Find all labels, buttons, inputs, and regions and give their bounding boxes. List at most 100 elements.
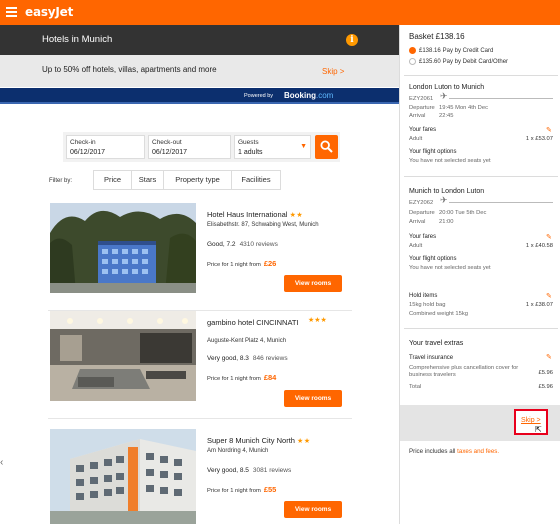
hotel-rating: Very good, 8.3 846 reviews — [207, 355, 288, 362]
hotel-photo[interactable] — [50, 429, 196, 524]
edit-pencil-icon[interactable]: ✎ — [546, 126, 552, 134]
outbound-flight-number: EZY2061 — [409, 96, 434, 102]
taxes-fees-link[interactable]: taxes and fees. — [457, 448, 499, 455]
hold-weight: Combined weight 15kg — [409, 311, 468, 317]
powered-by-label: Powered by — [244, 93, 274, 99]
price-label: Price for 1 night from — [207, 376, 261, 382]
price-includes-note: Price includes all taxes and fees. — [409, 448, 499, 455]
booking-brand-text: Booking — [284, 91, 316, 100]
outbound-arrival: Arrival 22:45 — [409, 113, 454, 119]
view-rooms-button[interactable]: View rooms — [284, 390, 342, 407]
promo-text: Up to 50% off hotels, villas, apartments… — [42, 65, 217, 74]
guests-select[interactable]: Guests 1 adults ▼ — [234, 135, 311, 159]
pay-debit-amount: £135.60 — [419, 59, 441, 66]
inbound-options-value: You have not selected seats yet — [409, 265, 491, 271]
hotel-name[interactable]: Super 8 Munich City North ★★ — [207, 436, 337, 446]
checkout-field[interactable]: Check-out 06/12/2017 — [148, 135, 231, 159]
filter-tabs: Price Stars Property type Facilities — [93, 170, 281, 190]
inbound-arrival: Arrival 21:00 — [409, 219, 454, 225]
arrival-value: 21:00 — [439, 219, 454, 225]
plane-icon: ✈ — [440, 91, 448, 101]
inbound-flight-number: EZY2062 — [409, 200, 434, 206]
filter-tab-property-type[interactable]: Property type — [164, 171, 232, 189]
hotel-stars-icon: ★★ — [289, 212, 304, 219]
outbound-options-label: Your flight options — [409, 149, 457, 155]
outbound-departure: Departure 19:45 Mon 4th Dec — [409, 105, 488, 111]
guests-label: Guests — [238, 139, 259, 146]
booking-com-logo: Booking.com — [284, 91, 333, 100]
hold-items-label: Hold items — [409, 293, 438, 299]
hotel-review-count: 3081 reviews — [252, 467, 292, 474]
travel-extras-title: Your travel extras — [409, 340, 464, 347]
flight-path-line — [449, 98, 553, 99]
hotel-photo[interactable] — [50, 203, 196, 293]
hotel-name-text: Super 8 Munich City North — [207, 436, 295, 445]
hotel-review-count: 846 reviews — [252, 355, 288, 362]
price-label: Price for 1 night from — [207, 262, 261, 268]
departure-label: Departure — [409, 105, 435, 111]
filter-tab-price[interactable]: Price — [94, 171, 132, 189]
pay-debit-option[interactable]: £135.60 Pay by Debit Card/Other — [409, 58, 508, 65]
skip-link-label[interactable]: Skip > — [521, 417, 541, 424]
divider — [404, 328, 558, 329]
edit-pencil-icon[interactable]: ✎ — [546, 233, 552, 241]
booking-com-bar: Powered by Booking.com — [0, 88, 399, 104]
arrival-label: Arrival — [409, 219, 426, 225]
chevron-down-icon: ▼ — [300, 143, 307, 150]
hotel-photo[interactable] — [50, 311, 196, 401]
insurance-value: £5.96 — [538, 370, 553, 376]
booking-dotcom-text: .com — [316, 91, 334, 100]
inbound-departure: Departure 20:00 Tue 5th Dec — [409, 210, 486, 216]
hotel-name-text: Hotel Haus International — [207, 210, 288, 219]
skip-hotels-link[interactable]: Skip > — [322, 67, 344, 76]
hold-item-value: 1 x £38.07 — [525, 302, 553, 308]
hotel-card: Super 8 Munich City North ★★ Am Nordring… — [48, 429, 352, 524]
filter-by-label: Filter by: — [49, 178, 73, 184]
radio-unselected-icon[interactable] — [409, 58, 416, 65]
checkout-label: Check-out — [152, 139, 182, 146]
hotel-stars-icon: ★★ — [297, 438, 311, 445]
hotel-rating-score: Very good, 8.3 — [207, 355, 249, 362]
price-amount: £55 — [263, 485, 277, 494]
arrival-label: Arrival — [409, 113, 426, 119]
skip-strip: Skip > ⇱ — [400, 405, 560, 441]
view-rooms-button[interactable]: View rooms — [284, 275, 342, 292]
easyjet-logo[interactable]: easyJet — [25, 5, 73, 19]
departure-value: 20:00 Tue 5th Dec — [439, 210, 487, 216]
departure-label: Departure — [409, 210, 435, 216]
scroll-left-caret-icon[interactable]: ‹ — [0, 457, 3, 468]
info-icon[interactable]: i — [346, 34, 358, 46]
skip-button[interactable]: Skip > — [514, 409, 548, 435]
hotels-header: Hotels in Munich i — [0, 25, 399, 55]
hotel-price: Price for 1 night from £84 — [207, 373, 276, 382]
hold-item: 15kg hold bag — [409, 302, 446, 308]
departure-value: 19:45 Mon 4th Dec — [439, 105, 488, 111]
hotel-card: gambino hotel CINCINNATI ★★★ Auguste-Ken… — [48, 311, 352, 419]
edit-pencil-icon[interactable]: ✎ — [546, 292, 552, 300]
hotel-price: Price for 1 night from £26 — [207, 259, 276, 268]
basket-title: Basket £138.16 — [409, 32, 465, 41]
price-includes-text: Price includes all — [409, 448, 458, 455]
search-button[interactable] — [315, 135, 338, 159]
filter-tab-stars[interactable]: Stars — [132, 171, 164, 189]
hotel-price: Price for 1 night from £55 — [207, 485, 276, 494]
pay-credit-label: Pay by Credit Card — [442, 48, 494, 55]
inbound-fare-value: 1 x £40.58 — [525, 243, 553, 249]
hamburger-menu-icon[interactable] — [6, 7, 17, 17]
divider — [404, 75, 558, 76]
checkout-value: 06/12/2017 — [152, 149, 188, 156]
outbound-fare-value: 1 x £53.07 — [525, 136, 553, 142]
hotel-name[interactable]: Hotel Haus International ★★ — [207, 210, 325, 220]
pay-credit-option[interactable]: £138.16 Pay by Credit Card — [409, 47, 493, 54]
filter-tab-facilities[interactable]: Facilities — [232, 171, 280, 189]
view-rooms-button[interactable]: View rooms — [284, 501, 342, 518]
checkin-field[interactable]: Check-in 06/12/2017 — [66, 135, 145, 159]
radio-selected-icon[interactable] — [409, 47, 416, 54]
hotel-address: Auguste-Kent Platz 4, Munich — [207, 338, 287, 344]
edit-pencil-icon[interactable]: ✎ — [546, 353, 552, 361]
basket-sidebar: Basket £138.16 £138.16 Pay by Credit Car… — [399, 25, 560, 524]
inbound-options-label: Your flight options — [409, 256, 457, 262]
pay-credit-amount: £138.16 — [419, 48, 441, 55]
hotel-review-count: 4310 reviews — [239, 241, 278, 248]
outbound-route: London Luton to Munich — [409, 84, 485, 91]
